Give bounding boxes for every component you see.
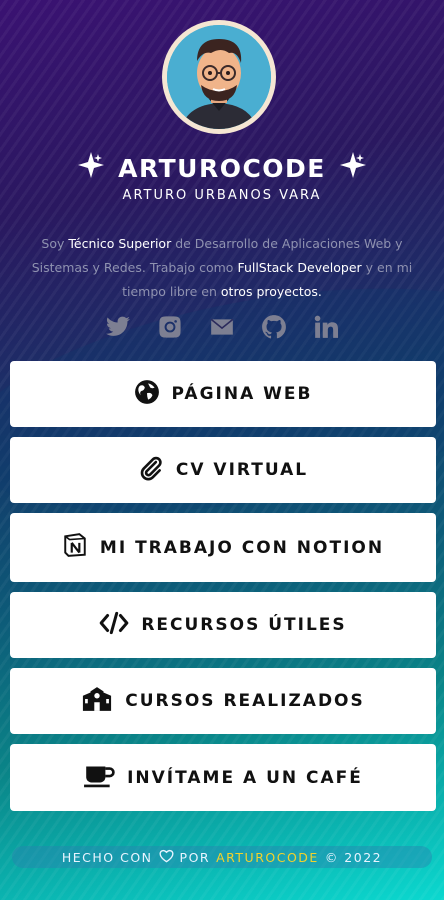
github-icon[interactable] (261, 314, 287, 340)
code-icon (99, 610, 129, 641)
footer-by: POR (179, 849, 211, 865)
button-label: RECURSOS ÚTILES (141, 615, 347, 635)
twitter-icon[interactable] (105, 314, 131, 340)
globe-icon (134, 379, 160, 410)
button-label: INVÍTAME A UN CAFÉ (127, 767, 363, 788)
paperclip-icon (138, 455, 164, 486)
sparkle-icon (338, 150, 368, 186)
instagram-icon[interactable] (157, 314, 183, 340)
brand-title: ARTUROCODE (0, 150, 444, 186)
other-projects-link[interactable]: otros proyectos. (221, 284, 322, 299)
school-icon (81, 686, 113, 717)
bio: Soy Técnico Superior de Desarrollo de Ap… (28, 232, 416, 304)
button-label: CURSOS REALIZADOS (125, 691, 365, 711)
linkedin-icon[interactable] (313, 314, 339, 340)
sparkle-icon (76, 150, 106, 186)
heart-icon (159, 849, 174, 866)
useful-resources-button[interactable]: RECURSOS ÚTILES (10, 592, 436, 658)
completed-courses-button[interactable]: CURSOS REALIZADOS (10, 668, 436, 734)
bio-text: Soy (41, 236, 69, 251)
button-label: MI TRABAJO CON NOTION (99, 537, 385, 558)
full-name: ARTURO URBANOS VARA (122, 188, 322, 203)
notion-icon (62, 532, 88, 563)
web-page-button[interactable]: PÁGINA WEB (10, 361, 436, 427)
avatar (162, 20, 276, 134)
brand-name: ARTUROCODE (118, 153, 326, 183)
social-links (0, 314, 444, 340)
cv-virtual-button[interactable]: CV VIRTUAL (10, 437, 436, 503)
footer-made-with: HECHO CON (61, 849, 153, 865)
footer: HECHO CON POR ARTUROCODE © 2022 (12, 846, 432, 868)
envelope-icon[interactable] (209, 314, 235, 340)
bio-highlight: Técnico Superior (68, 236, 172, 251)
coffee-icon (83, 762, 115, 793)
button-label: PÁGINA WEB (171, 384, 313, 404)
avatar-illustration (167, 25, 271, 129)
buy-coffee-button[interactable]: INVÍTAME A UN CAFÉ (10, 744, 436, 811)
footer-year: © 2022 (324, 849, 383, 865)
button-label: CV VIRTUAL (175, 460, 309, 480)
notion-work-button[interactable]: MI TRABAJO CON NOTION (10, 513, 436, 582)
footer-author-link[interactable]: ARTUROCODE (216, 850, 319, 865)
bio-highlight: FullStack Developer (237, 260, 362, 275)
